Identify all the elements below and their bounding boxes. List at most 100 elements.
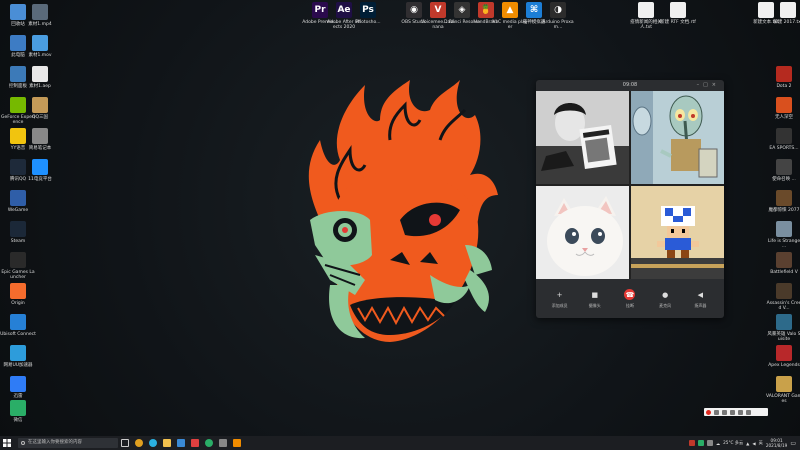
game-icon <box>776 221 792 237</box>
desktop-icon-label: 新建 2017.txt <box>773 20 800 25</box>
tray-app-icon[interactable] <box>706 440 713 446</box>
desktop-icon[interactable]: Assassin's Creed V... <box>766 283 800 311</box>
weather-icon[interactable]: ☁ <box>716 441 720 446</box>
gaming-platform-icon <box>32 159 48 175</box>
desktop-icon-label: Apex Legends <box>768 363 800 368</box>
desktop-icon[interactable]: 简易笔记本 <box>22 128 58 151</box>
mail-icon <box>219 439 227 447</box>
game-icon <box>776 283 792 299</box>
volume-icon[interactable]: ◀ <box>752 441 755 446</box>
desktop-icon[interactable]: Life is Strange ... <box>766 221 800 249</box>
desktop-icon[interactable]: 迅雷 <box>0 376 36 399</box>
taskbar-app-wechat[interactable] <box>202 436 216 450</box>
desktop-icon-label: 迅雷 <box>13 394 23 399</box>
desktop-icon[interactable]: 素材1.mov <box>22 35 58 58</box>
desktop-icon-label: 简易笔记本 <box>28 146 52 151</box>
taskbar-app-wallpaper[interactable] <box>230 436 244 450</box>
game-icon <box>776 97 792 113</box>
desktop-icon[interactable]: 风暴英雄 Valo Suisite <box>766 314 800 342</box>
tray-app-icon[interactable] <box>688 440 695 446</box>
taskbar-app-store[interactable] <box>174 436 188 450</box>
desktop-icon[interactable]: QQ三国 <box>22 97 58 120</box>
camera-button[interactable]: ■ 摄像头 <box>584 289 606 309</box>
ime-mode-icon[interactable] <box>714 409 719 415</box>
add-member-button[interactable]: + 添加成员 <box>549 289 571 309</box>
video-tile-participant-3[interactable] <box>536 186 629 279</box>
taskbar-app-chrome[interactable] <box>132 436 146 450</box>
desktop-icon[interactable]: Ubisoft Connect <box>0 314 36 337</box>
desktop-icon[interactable]: Dota 2 <box>766 66 800 89</box>
taskbar-app-explorer[interactable] <box>160 436 174 450</box>
wegame-icon <box>10 190 26 206</box>
desktop-icon[interactable]: ◑ Arduino Proxam... <box>540 2 576 30</box>
taskbar-search-input[interactable]: 在这里输入你要搜索的内容 <box>18 438 118 448</box>
start-button[interactable] <box>0 436 14 450</box>
desktop-icon[interactable]: 使命召唤 ... <box>766 159 800 182</box>
notification-icon[interactable]: ▭ <box>790 440 796 447</box>
taskbar-app-mail-2[interactable] <box>216 436 230 450</box>
task-view-button[interactable] <box>118 436 132 450</box>
call-titlebar[interactable]: 09:08 –□× <box>536 80 724 91</box>
app-icon <box>32 128 48 144</box>
desktop-icon[interactable]: 微信 <box>0 400 36 423</box>
chrome-icon <box>135 439 143 447</box>
desktop-icon-label: 无人深空 <box>775 115 793 120</box>
store-icon <box>177 439 185 447</box>
video-tile-participant-2[interactable] <box>631 91 724 184</box>
taskbar-app-edge[interactable] <box>146 436 160 450</box>
punctuation-icon[interactable] <box>722 409 727 415</box>
hang-up-button[interactable]: ☎ 挂断 <box>619 289 641 309</box>
desktop-icon[interactable]: Epic Games Launcher <box>0 252 36 280</box>
ime-indicator[interactable]: 英 <box>759 440 763 446</box>
tray-app-icon[interactable] <box>697 440 704 446</box>
text-file-icon <box>638 2 654 18</box>
desktop-icon[interactable]: 疫情新闻的相关人.txt <box>628 2 664 30</box>
steam-icon <box>10 221 26 237</box>
desktop-icon[interactable]: 素材1.mp4 <box>22 4 58 27</box>
desktop-icon[interactable]: 魔都惊悚 2077 <box>766 190 800 213</box>
text-file-icon <box>780 2 796 18</box>
speaker-button[interactable]: ◀ 扬声器 <box>689 289 711 309</box>
network-icon[interactable]: ▲ <box>746 441 749 446</box>
video-tile-participant-4[interactable] <box>631 186 724 279</box>
window-controls[interactable]: –□× <box>697 80 720 91</box>
game-icon <box>776 252 792 268</box>
sogou-icon[interactable] <box>706 409 711 415</box>
skin-icon[interactable] <box>738 409 743 415</box>
microphone-button[interactable]: ● 麦克风 <box>654 289 676 309</box>
desktop-icon[interactable]: Ps Photosho... <box>350 2 386 25</box>
video-call-window[interactable]: 09:08 –□× + 添加成员 ■ 摄像头 ☎ 挂断 ● 麦克风 ◀ 扬声器 <box>536 80 724 318</box>
desktop-icon-label: 素材1.mov <box>28 53 52 58</box>
settings-icon[interactable] <box>746 409 751 415</box>
desktop-icon[interactable]: EA SPORTS... <box>766 128 800 151</box>
taskbar-app-mail[interactable] <box>188 436 202 450</box>
desktop-icon-label: Assassin's Creed V... <box>766 301 800 311</box>
maximize-icon[interactable]: □ <box>703 82 712 88</box>
clock[interactable]: 09:01 2021/8/19 <box>766 438 787 448</box>
desktop-icon[interactable]: Steam <box>0 221 36 244</box>
desktop-icon-label: 疫情新闻的相关人.txt <box>630 20 662 30</box>
video-tile-participant-1[interactable] <box>536 91 629 184</box>
desktop-icon[interactable]: 11电竞平台 <box>22 159 58 182</box>
windows-icon <box>3 439 11 447</box>
mail-icon <box>191 439 199 447</box>
close-icon[interactable]: × <box>712 82 720 88</box>
desktop-icon[interactable]: 网易UU加速器 <box>0 345 36 368</box>
weather-text[interactable]: 25°C 多云 <box>723 440 743 446</box>
desktop-icon[interactable]: 新建 2017.txt <box>770 2 800 25</box>
samurai-demon-wallpaper <box>308 80 498 342</box>
camera-icon: ■ <box>591 290 599 299</box>
epic-games-icon <box>10 252 26 268</box>
keyboard-icon[interactable] <box>730 409 735 415</box>
wechat-icon <box>10 400 26 416</box>
desktop-icon[interactable]: VALORANT Games <box>766 376 800 404</box>
desktop-icon[interactable]: Origin <box>0 283 36 306</box>
desktop-icon[interactable]: 无人深空 <box>766 97 800 120</box>
desktop-icon[interactable]: Battlefield V <box>766 252 800 275</box>
desktop-icon[interactable]: WeGame <box>0 190 36 213</box>
desktop-icon-label: 素材1.mp4 <box>28 22 52 27</box>
desktop-icon[interactable]: Apex Legends <box>766 345 800 368</box>
desktop-icon[interactable]: 素材1.aep <box>22 66 58 89</box>
desktop-icon[interactable]: 新建 RTF 文档.rtf <box>660 2 696 25</box>
ime-toolbar[interactable] <box>704 408 768 416</box>
